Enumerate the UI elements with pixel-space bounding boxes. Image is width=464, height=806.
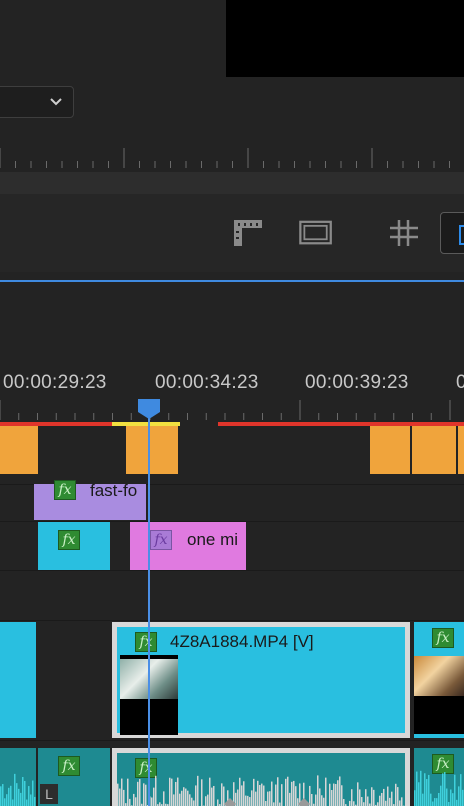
monitor-time-ruler[interactable] [0,140,464,172]
audio-waveform [0,773,36,806]
fx-badge-icon: fx [58,530,80,550]
clip-name: fast-fo [90,481,138,500]
fx-badge-icon: fx [432,628,454,648]
dropdown-chevron-icon [50,98,62,106]
audio-clip[interactable]: fx L [38,748,110,806]
audio-waveform [414,770,464,806]
timeline-clip[interactable] [0,426,38,474]
program-monitor-preview [226,0,464,77]
video-clip-4z8a1884[interactable]: fx 4Z8A1884.MP4 [V] [112,622,410,738]
keyframe-icon[interactable] [223,797,237,806]
timeline-clip[interactable] [458,426,464,474]
audio-channel-badge: L [40,784,58,804]
graphic-clip-fast-forward[interactable]: fx fast-fo [34,480,146,520]
marker-tool-icon[interactable] [230,216,264,250]
timecode-label: 0 [456,372,464,393]
fx-badge-icon: fx [150,530,172,550]
video-clip[interactable]: fx [414,622,464,738]
clip-name: one mi [187,530,239,549]
timecode-label: 00:00:39:23 [305,372,409,393]
timeline-ruler[interactable] [0,396,464,422]
video-clip[interactable] [0,622,36,738]
clip-name: 4Z8A1884.MP4 [V] [170,632,314,651]
clip-thumbnail-black [414,696,464,734]
playhead-line[interactable] [148,400,150,806]
grid-icon[interactable] [388,216,422,250]
timeline-clip[interactable] [126,426,178,474]
fx-badge-icon: fx [58,756,80,776]
timecode-label: 00:00:29:23 [3,372,107,393]
track-separator [0,570,464,571]
zoom-dropdown[interactable] [0,86,74,118]
graphic-clip[interactable]: fx [38,522,110,570]
keyframe-icon[interactable] [297,797,311,806]
fx-badge-icon: fx [135,632,157,652]
timeline-clip[interactable] [370,426,410,474]
comparison-view-icon [459,225,464,245]
clip-thumbnail [414,656,464,696]
audio-clip[interactable]: fx [414,748,464,806]
safe-margins-icon[interactable] [299,216,333,250]
panel-focus-line [0,280,464,282]
fx-badge-icon: fx [54,480,76,500]
playhead-icon[interactable] [137,398,161,420]
track-separator [0,620,464,621]
audio-clip[interactable] [0,748,36,806]
audio-waveform [117,775,405,806]
monitor-scrollbar[interactable] [0,172,464,194]
timeline-clip[interactable] [412,426,456,474]
audio-clip-4z8a1884[interactable]: fx [112,748,410,806]
timecode-label: 00:00:34:23 [155,372,259,393]
comparison-view-button[interactable] [440,212,464,254]
track-separator [0,740,464,741]
